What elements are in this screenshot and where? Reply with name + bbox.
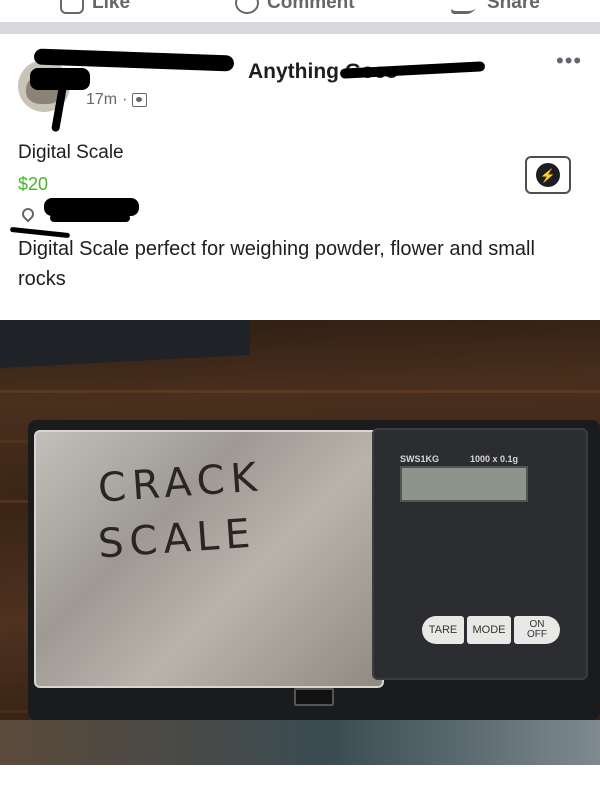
feed-bottom [0, 765, 600, 785]
more-options-button[interactable]: ••• [556, 48, 582, 74]
scale-capacity-label: 1000 x 0.1g [470, 454, 519, 464]
comment-button[interactable]: Comment [235, 0, 355, 18]
messenger-icon: ⚡ [536, 163, 560, 187]
feed-divider [0, 22, 600, 34]
like-button[interactable]: Like [60, 0, 130, 18]
item-price: $20 [18, 174, 49, 194]
share-icon [448, 0, 486, 14]
comment-label: Comment [267, 0, 355, 13]
item-title: Digital Scale [18, 142, 124, 163]
post-meta: 17m · [86, 91, 148, 109]
comment-icon [235, 0, 259, 14]
redaction-scribble [50, 214, 130, 222]
post-actions-bar: Like Comment Share [0, 0, 600, 22]
scale-tare-key: TARE [422, 616, 464, 644]
message-seller-button[interactable]: ⚡ [525, 156, 571, 194]
off-label: OFF [527, 629, 547, 640]
marketplace-post: Anything Goes 17m · ••• Digital Scale $2… [0, 34, 600, 320]
scale-lcd-display [400, 466, 528, 502]
group-privacy-icon [132, 93, 148, 107]
meta-separator: · [122, 91, 128, 108]
scale-model-label: SWS1KG [400, 454, 440, 464]
thumbs-up-icon [60, 0, 84, 14]
location-pin-icon [19, 205, 37, 223]
photo-floor-background [0, 720, 600, 765]
share-button[interactable]: Share [448, 0, 540, 18]
scale-onoff-key: ON OFF [514, 616, 560, 644]
background-object [0, 320, 250, 368]
scale-mode-key: MODE [467, 616, 511, 644]
like-label: Like [92, 0, 131, 13]
scale-battery-slot [294, 688, 334, 706]
share-label: Share [487, 0, 540, 13]
time-ago: 17m [86, 91, 118, 108]
listing-photo[interactable]: CRACK SCALE SWS1KG 1000 x 0.1g TARE MODE… [0, 320, 600, 765]
item-description: Digital Scale perfect for weighing powde… [18, 238, 535, 290]
